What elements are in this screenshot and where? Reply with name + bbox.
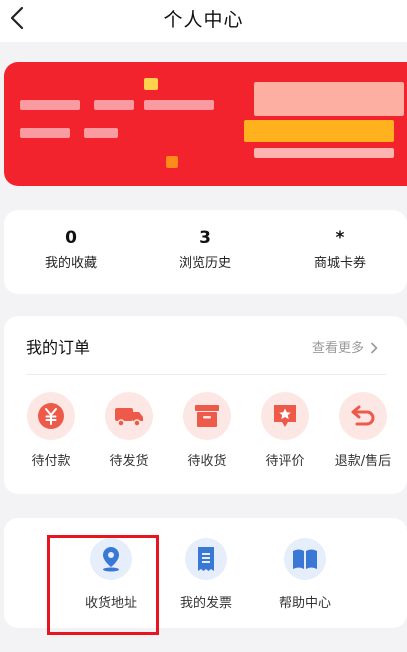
order-label: 待评价 <box>265 454 305 469</box>
invoice-icon <box>185 538 227 580</box>
order-pending-review[interactable]: 待评价 <box>245 392 325 469</box>
divider <box>26 374 386 375</box>
view-more-link[interactable]: 查看更多 <box>312 337 378 356</box>
stat-value: 0 <box>65 228 77 248</box>
stat-coupons[interactable]: * 商城卡券 <box>285 228 395 271</box>
order-label: 待收货 <box>187 454 227 469</box>
order-refund-aftersales[interactable]: 退款/售后 <box>323 392 403 469</box>
yuan-icon <box>27 392 75 440</box>
top-bar: 个人中心 <box>0 0 407 42</box>
chevron-right-icon <box>370 342 378 354</box>
order-label: 退款/售后 <box>334 454 392 469</box>
stats-card: 0 我的收藏 3 浏览历史 * 商城卡券 <box>4 210 407 294</box>
return-arrow-icon <box>339 392 387 440</box>
order-pending-receipt[interactable]: 待收货 <box>167 392 247 469</box>
tool-label: 帮助中心 <box>278 596 331 611</box>
stat-label: 我的收藏 <box>44 256 97 271</box>
order-pending-payment[interactable]: 待付款 <box>11 392 91 469</box>
stat-value: * <box>335 228 345 248</box>
orders-card: 我的订单 查看更多 待付款 待发货 待收货 待评价 退款/售后 <box>4 316 407 494</box>
location-pin-icon <box>90 538 132 580</box>
order-label: 待付款 <box>31 454 71 469</box>
tool-shipping-address[interactable]: 收货地址 <box>66 538 156 611</box>
tools-card: 收货地址 我的发票 帮助中心 <box>4 518 407 628</box>
stat-label: 浏览历史 <box>178 256 231 271</box>
stat-favorites[interactable]: 0 我的收藏 <box>16 228 126 271</box>
box-icon <box>183 392 231 440</box>
view-more-label: 查看更多 <box>312 341 365 356</box>
stat-label: 商城卡券 <box>313 256 366 271</box>
member-banner[interactable] <box>4 62 407 186</box>
stat-history[interactable]: 3 浏览历史 <box>150 228 260 271</box>
stat-value: 3 <box>199 228 211 248</box>
page-title: 个人中心 <box>163 9 244 31</box>
order-pending-shipment[interactable]: 待发货 <box>89 392 169 469</box>
tool-my-invoice[interactable]: 我的发票 <box>161 538 251 611</box>
tool-label: 我的发票 <box>179 596 232 611</box>
orders-title: 我的订单 <box>26 338 91 357</box>
book-icon <box>284 538 326 580</box>
truck-icon <box>105 392 153 440</box>
tool-help-center[interactable]: 帮助中心 <box>260 538 350 611</box>
star-comment-icon <box>261 392 309 440</box>
tool-label: 收货地址 <box>84 596 137 611</box>
order-label: 待发货 <box>109 454 149 469</box>
